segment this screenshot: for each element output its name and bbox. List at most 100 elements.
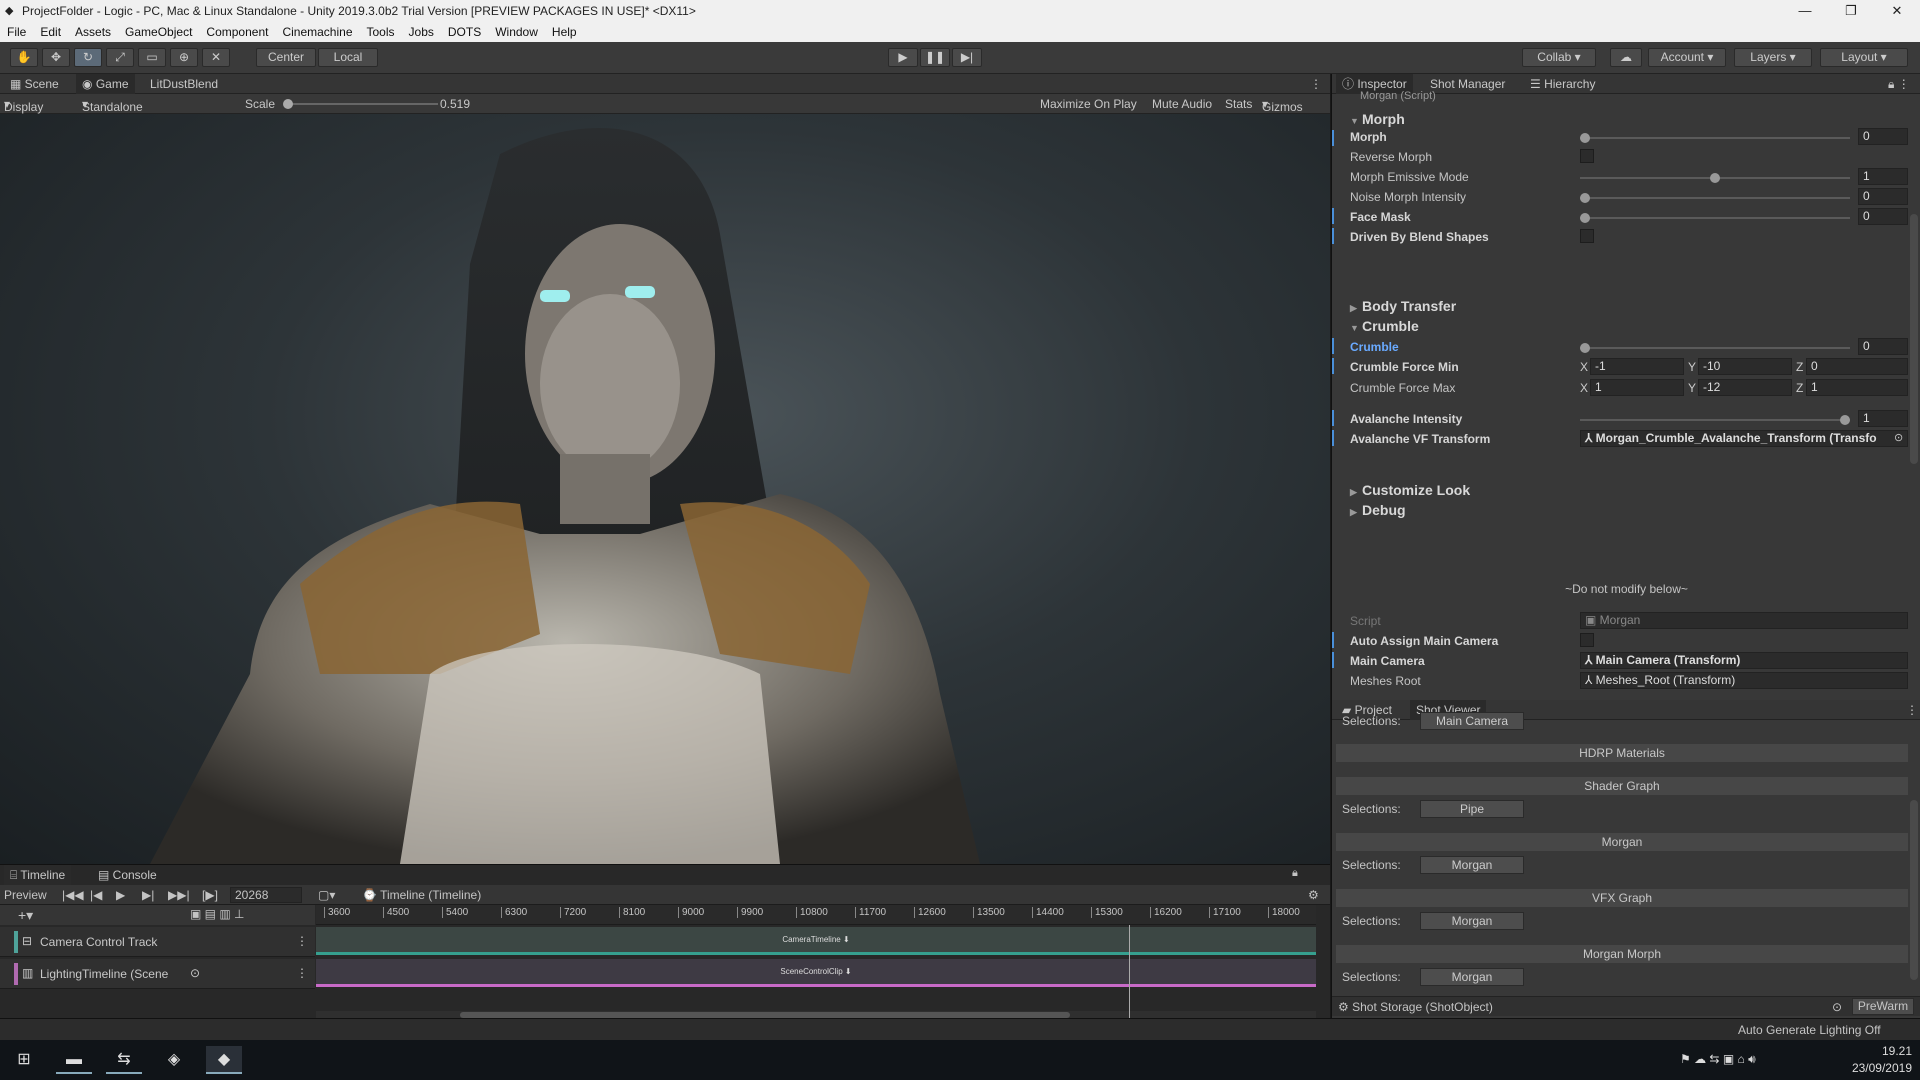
morph-slider-handle[interactable] — [1580, 133, 1590, 143]
force-max-y[interactable]: -12 — [1698, 379, 1792, 396]
windows-start-icon[interactable]: ⊞ — [6, 1046, 42, 1074]
pause-icon[interactable]: ❚❚ — [920, 48, 950, 67]
file-explorer-icon[interactable]: ▬ — [56, 1046, 92, 1074]
go-to-end-icon[interactable]: ▶▶| — [168, 888, 190, 902]
menu-file[interactable]: File — [0, 22, 33, 39]
customize-look-header[interactable]: ▶ Customize Look — [1350, 482, 1470, 498]
crumble-value[interactable]: 0 — [1858, 338, 1908, 355]
avalanche-slider-handle[interactable] — [1840, 415, 1850, 425]
track-menu-icon[interactable]: ⋮ — [296, 966, 308, 980]
stats-toggle[interactable]: Stats — [1225, 97, 1252, 111]
menu-window[interactable]: Window — [488, 22, 545, 39]
reverse-morph-checkbox[interactable] — [1580, 149, 1594, 163]
object-picker-icon[interactable]: ⊙ — [1894, 431, 1903, 444]
minimize-icon[interactable]: — — [1782, 0, 1828, 22]
shot-viewer-menu-icon[interactable]: ⋮ — [1900, 700, 1920, 720]
layout-dropdown[interactable]: Layout ▾ — [1820, 48, 1908, 67]
shader-graph-button[interactable]: Shader Graph — [1336, 777, 1908, 795]
avalanche-value[interactable]: 1 — [1858, 410, 1908, 427]
emissive-value[interactable]: 1 — [1858, 168, 1908, 185]
layers-dropdown[interactable]: Layers ▾ — [1734, 48, 1812, 67]
emissive-slider-handle[interactable] — [1710, 173, 1720, 183]
tab-scene[interactable]: ▦ Scene — [4, 74, 65, 94]
loop-icon[interactable]: [▶] — [202, 888, 218, 902]
track-camera-control[interactable]: ⊟ Camera Control Track ⋮ — [0, 927, 315, 957]
scale-slider-handle[interactable] — [283, 99, 293, 109]
account-dropdown[interactable]: Account ▾ — [1648, 48, 1726, 67]
shot-viewer-scrollbar[interactable] — [1910, 800, 1918, 980]
morph-morgan-selection-button[interactable]: Morgan — [1420, 968, 1524, 986]
tab-game[interactable]: ◉ Game — [76, 74, 135, 94]
next-frame-icon[interactable]: ▶| — [142, 888, 154, 902]
camera-timeline-clip[interactable]: CameraTimeline ⬇ — [316, 927, 1316, 955]
force-min-y[interactable]: -10 — [1698, 358, 1792, 375]
go-to-start-icon[interactable]: |◀◀ — [62, 888, 84, 902]
driven-by-blend-checkbox[interactable] — [1580, 229, 1594, 243]
menu-jobs[interactable]: Jobs — [402, 22, 441, 39]
menu-help[interactable]: Help — [545, 22, 584, 39]
timeline-options-icon[interactable]: ▢▾ — [318, 888, 335, 902]
debug-header[interactable]: ▶ Debug — [1350, 502, 1406, 518]
tab-menu-icon[interactable]: ⋮ — [1304, 74, 1328, 94]
move-tool-icon[interactable]: ✥ — [42, 48, 70, 67]
unity-editor-icon[interactable]: ◆ — [206, 1046, 242, 1074]
emissive-slider[interactable] — [1580, 173, 1850, 183]
rotate-tool-icon[interactable]: ↻ — [74, 48, 102, 67]
preview-toggle[interactable]: Preview — [4, 888, 47, 902]
transform-tool-icon[interactable]: ⊕ — [170, 48, 198, 67]
body-transfer-header[interactable]: ▶ Body Transfer — [1350, 298, 1456, 314]
object-picker-icon[interactable]: ⊙ — [1832, 1000, 1842, 1014]
main-camera-selection-button[interactable]: Main Camera — [1420, 712, 1524, 730]
noise-slider[interactable] — [1580, 193, 1850, 203]
menu-edit[interactable]: Edit — [33, 22, 68, 39]
morph-slider[interactable] — [1580, 133, 1850, 143]
frame-input[interactable]: 20268 — [230, 887, 302, 903]
rect-tool-icon[interactable]: ▭ — [138, 48, 166, 67]
noise-value[interactable]: 0 — [1858, 188, 1908, 205]
vfx-graph-button[interactable]: VFX Graph — [1336, 889, 1908, 907]
pivot-center-button[interactable]: Center — [256, 48, 316, 67]
main-camera-field[interactable]: ⅄ Main Camera (Transform) — [1580, 652, 1908, 669]
play-icon[interactable]: ▶ — [888, 48, 918, 67]
pipe-selection-button[interactable]: Pipe — [1420, 800, 1524, 818]
scene-control-clip[interactable]: SceneControlClip ⬇ — [316, 959, 1316, 987]
inspector-lock-icon[interactable]: 🔒︎ ⋮ — [1882, 74, 1916, 94]
force-min-x[interactable]: -1 — [1590, 358, 1684, 375]
resolution-dropdown[interactable]: Standalone (2560x1440) ▾ — [82, 97, 149, 128]
avalanche-vf-field[interactable]: ⅄ Morgan_Crumble_Avalanche_Transform (Tr… — [1580, 430, 1908, 447]
scale-slider[interactable] — [283, 99, 438, 109]
tab-litdustblend[interactable]: LitDustBlend — [144, 74, 224, 94]
playhead[interactable] — [1129, 925, 1130, 1019]
morgan-morph-button[interactable]: Morgan Morph — [1336, 945, 1908, 963]
tab-shot-manager[interactable]: Shot Manager — [1424, 74, 1511, 94]
collab-button[interactable]: Collab ▾ — [1522, 48, 1596, 67]
crumble-section-header[interactable]: ▼ Crumble — [1350, 318, 1419, 334]
face-mask-value[interactable]: 0 — [1858, 208, 1908, 225]
crumble-slider-handle[interactable] — [1580, 343, 1590, 353]
morgan-button[interactable]: Morgan — [1336, 833, 1908, 851]
auto-assign-camera-checkbox[interactable] — [1580, 633, 1594, 647]
close-icon[interactable]: ✕ — [1874, 0, 1920, 22]
vfx-morgan-selection-button[interactable]: Morgan — [1420, 912, 1524, 930]
add-track-icon[interactable]: +▾ — [18, 907, 33, 924]
mute-audio-toggle[interactable]: Mute Audio — [1152, 97, 1212, 111]
noise-slider-handle[interactable] — [1580, 193, 1590, 203]
pivot-local-button[interactable]: Local — [318, 48, 378, 67]
game-viewport[interactable] — [0, 114, 1330, 864]
time-ruler[interactable]: 3600 4500 5400 6300 7200 8100 9000 9900 10800 117… — [316, 905, 1316, 925]
timeline-play-icon[interactable]: ▶ — [116, 888, 125, 902]
morph-value[interactable]: 0 — [1858, 128, 1908, 145]
avalanche-slider[interactable] — [1580, 415, 1850, 425]
inspector-scrollbar[interactable] — [1910, 214, 1918, 464]
restore-icon[interactable]: ❐ — [1828, 0, 1874, 22]
force-min-z[interactable]: 0 — [1806, 358, 1908, 375]
gizmos-dropdown[interactable]: Gizmos ▾ — [1262, 97, 1303, 114]
timeline-settings-icon[interactable]: ⚙ — [1308, 888, 1319, 902]
menu-cinemachine[interactable]: Cinemachine — [275, 22, 359, 39]
hand-tool-icon[interactable]: ✋ — [10, 48, 38, 67]
teamviewer-icon[interactable]: ⇆ — [106, 1046, 142, 1074]
morph-section-header[interactable]: ▼ Morph — [1350, 111, 1405, 127]
step-icon[interactable]: ▶| — [952, 48, 982, 67]
prev-frame-icon[interactable]: |◀ — [90, 888, 102, 902]
face-mask-slider-handle[interactable] — [1580, 213, 1590, 223]
